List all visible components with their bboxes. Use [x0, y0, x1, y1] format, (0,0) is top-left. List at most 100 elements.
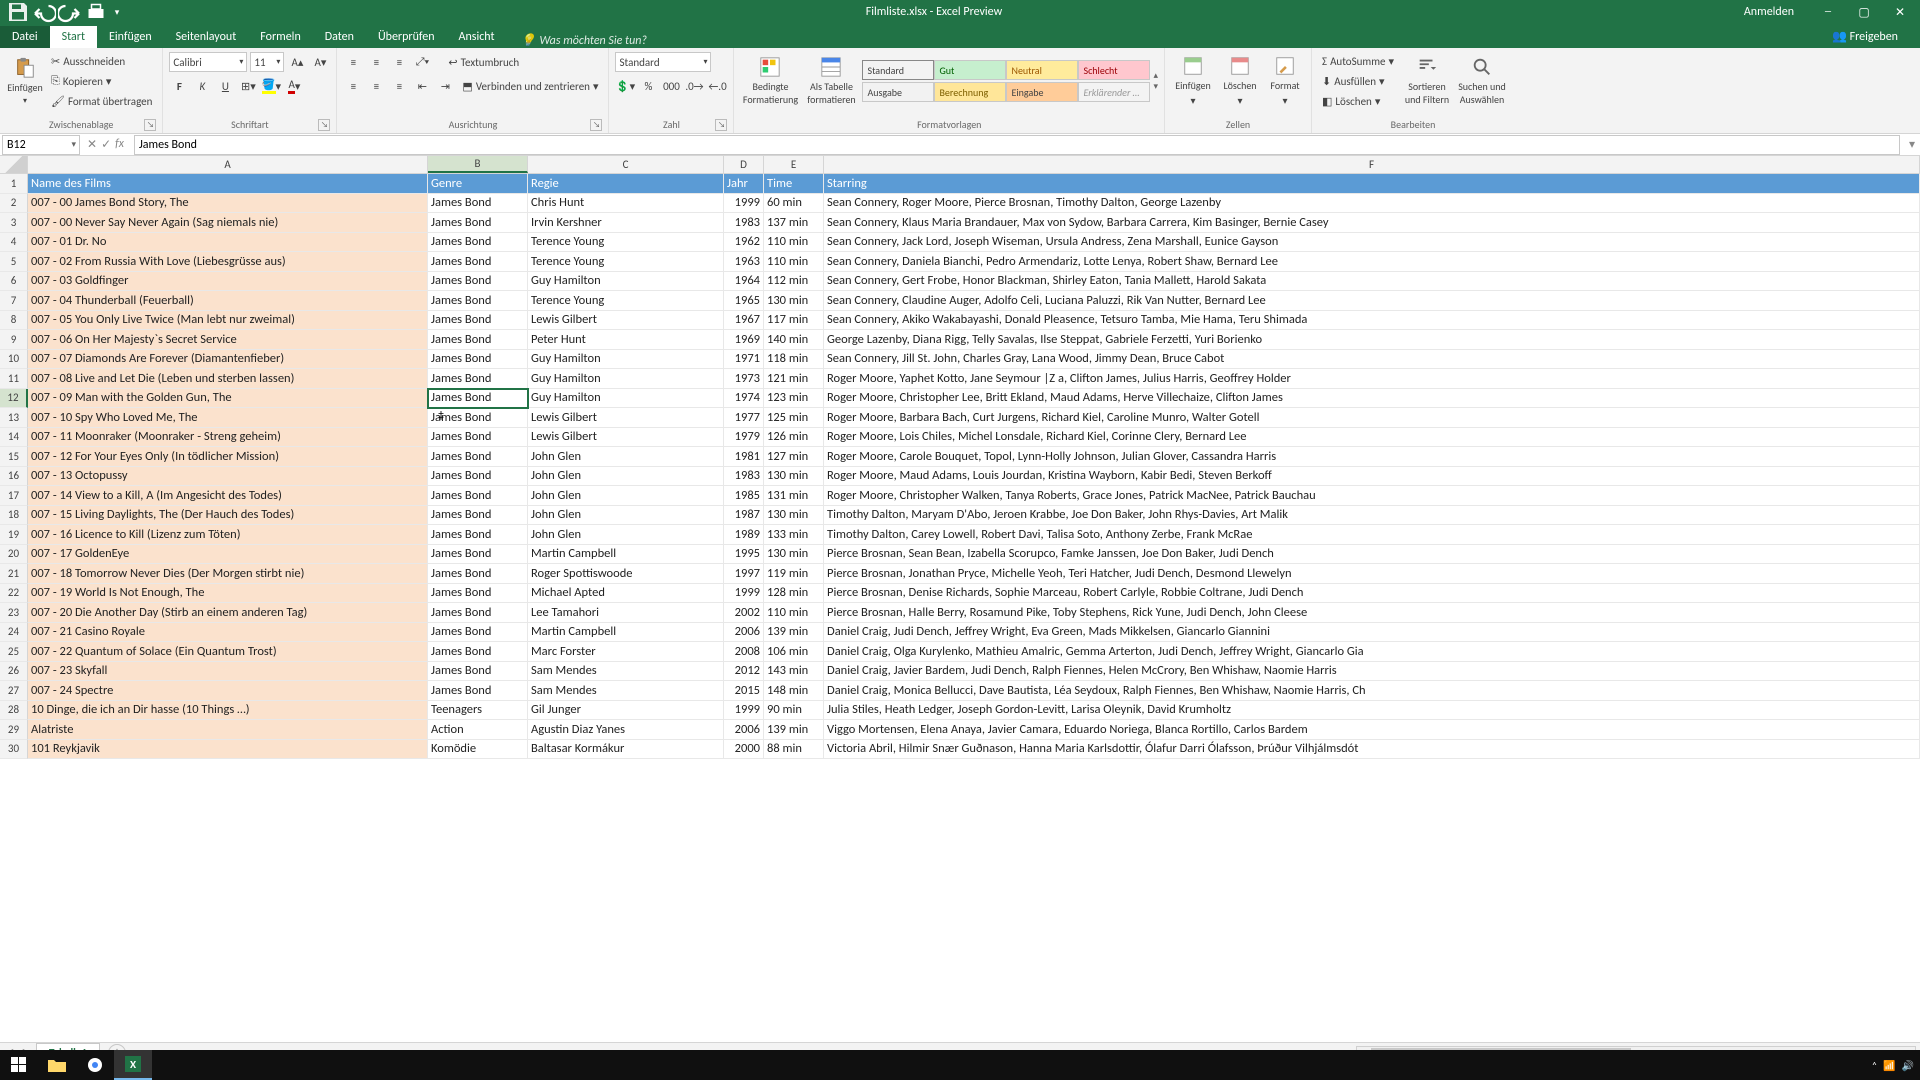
cell[interactable]: John Glen	[528, 506, 724, 526]
cell[interactable]: Lewis Gilbert	[528, 408, 724, 428]
find-select-button[interactable]: Suchen und Auswählen	[1456, 52, 1508, 110]
row-header[interactable]: 24	[0, 623, 28, 643]
format-cells-button[interactable]: Format▾	[1265, 52, 1305, 110]
worksheet-grid[interactable]: A B C D E F 1 Name des Films Genre Regie…	[0, 156, 1920, 1048]
select-all-triangle[interactable]	[0, 156, 28, 173]
name-box[interactable]: B12▾	[2, 135, 80, 155]
cell[interactable]: James Bond	[428, 447, 528, 467]
cell[interactable]: Roger Moore, Yaphet Kotto, Jane Seymour …	[824, 369, 1920, 389]
undo-icon[interactable]	[32, 2, 56, 22]
row-header[interactable]: 11	[0, 369, 28, 389]
bold-button[interactable]: F	[169, 76, 189, 96]
cell[interactable]: Daniel Craig, Javier Bardem, Judi Dench,…	[824, 662, 1920, 682]
row-header[interactable]: 3	[0, 213, 28, 233]
borders-button[interactable]: ⊞▾	[238, 76, 258, 96]
cell[interactable]: 130 min	[764, 506, 824, 526]
cell[interactable]: 007 - 21 Casino Royale	[28, 623, 428, 643]
cell[interactable]: Daniel Craig, Olga Kurylenko, Mathieu Am…	[824, 642, 1920, 662]
cell[interactable]: 007 - 10 Spy Who Loved Me, The	[28, 408, 428, 428]
cell[interactable]: 139 min	[764, 720, 824, 740]
cell[interactable]: 128 min	[764, 584, 824, 604]
cell[interactable]: 1999	[724, 701, 764, 721]
cell[interactable]: 123 min	[764, 389, 824, 409]
cell[interactable]: Sean Connery, Daniela Bianchi, Pedro Arm…	[824, 252, 1920, 272]
cell[interactable]: Roger Moore, Christopher Walken, Tanya R…	[824, 486, 1920, 506]
cell[interactable]: Martin Campbell	[528, 623, 724, 643]
cell[interactable]: John Glen	[528, 525, 724, 545]
cell[interactable]: James Bond	[428, 272, 528, 292]
row-header[interactable]: 29	[0, 720, 28, 740]
cell[interactable]: 90 min	[764, 701, 824, 721]
cell[interactable]: 130 min	[764, 467, 824, 487]
cell[interactable]: 143 min	[764, 662, 824, 682]
file-explorer-icon[interactable]	[38, 1050, 76, 1080]
cell[interactable]: 2006	[724, 623, 764, 643]
thousands-icon[interactable]: 000	[661, 76, 681, 96]
cell[interactable]: 007 - 24 Spectre	[28, 681, 428, 701]
cell[interactable]: 007 - 16 Licence to Kill (Lizenz zum Töt…	[28, 525, 428, 545]
cell[interactable]: 121 min	[764, 369, 824, 389]
align-top-icon[interactable]: ≡	[343, 52, 363, 72]
cell[interactable]: 007 - 22 Quantum of Solace (Ein Quantum …	[28, 642, 428, 662]
column-header-B[interactable]: B	[428, 156, 528, 173]
cell[interactable]: Guy Hamilton	[528, 369, 724, 389]
cell[interactable]: 1985	[724, 486, 764, 506]
cell[interactable]: Terence Young	[528, 252, 724, 272]
format-as-table-button[interactable]: Als Tabelle formatieren	[803, 52, 859, 110]
cell[interactable]: George Lazenby, Diana Rigg, Telly Savala…	[824, 330, 1920, 350]
cell[interactable]: Genre	[428, 174, 528, 194]
cell[interactable]: James Bond	[428, 525, 528, 545]
cancel-formula-icon[interactable]: ✕	[87, 137, 97, 152]
column-header-E[interactable]: E	[764, 156, 824, 173]
cell[interactable]: 1995	[724, 545, 764, 565]
tab-formeln[interactable]: Formeln	[248, 26, 312, 48]
cell[interactable]: 007 - 00 James Bond Story, The	[28, 194, 428, 214]
align-bottom-icon[interactable]: ≡	[389, 52, 409, 72]
cell[interactable]: Agustin Diaz Yanes	[528, 720, 724, 740]
tab-ueberpruefen[interactable]: Überprüfen	[366, 26, 447, 48]
cell[interactable]: 110 min	[764, 233, 824, 253]
minimize-icon[interactable]: ─	[1812, 2, 1844, 22]
launcher-icon[interactable]: ↘	[318, 119, 330, 131]
cell[interactable]: 1997	[724, 564, 764, 584]
cell[interactable]: Lewis Gilbert	[528, 311, 724, 331]
cell[interactable]: Roger Moore, Carole Bouquet, Topol, Lynn…	[824, 447, 1920, 467]
tray-up-icon[interactable]: ˄	[1872, 1059, 1877, 1072]
row-header[interactable]: 28	[0, 701, 28, 721]
cell[interactable]: 007 - 05 You Only Live Twice (Man lebt n…	[28, 311, 428, 331]
cut-button[interactable]: ✂Ausschneiden	[47, 52, 156, 70]
cell[interactable]: Pierce Brosnan, Sean Bean, Izabella Scor…	[824, 545, 1920, 565]
cell[interactable]: James Bond	[428, 311, 528, 331]
cell[interactable]: 1987	[724, 506, 764, 526]
tray-sound-icon[interactable]: 🔊	[1902, 1059, 1914, 1072]
cell[interactable]: Peter Hunt	[528, 330, 724, 350]
quickprint-icon[interactable]	[84, 2, 108, 22]
cell[interactable]: 130 min	[764, 545, 824, 565]
cell[interactable]: Sean Connery, Klaus Maria Brandauer, Max…	[824, 213, 1920, 233]
cell[interactable]: Michael Apted	[528, 584, 724, 604]
tab-start[interactable]: Start	[50, 26, 97, 48]
cell[interactable]: Sean Connery, Jill St. John, Charles Gra…	[824, 350, 1920, 370]
cell[interactable]: Sean Connery, Jack Lord, Joseph Wiseman,…	[824, 233, 1920, 253]
cell[interactable]: Gil Junger	[528, 701, 724, 721]
sign-in-link[interactable]: Anmelden	[1744, 5, 1808, 19]
cell[interactable]: Roger Moore, Lois Chiles, Michel Lonsdal…	[824, 428, 1920, 448]
conditional-format-button[interactable]: Bedingte Formatierung	[740, 52, 800, 110]
row-header[interactable]: 20	[0, 545, 28, 565]
row-header[interactable]: 25	[0, 642, 28, 662]
align-center-icon[interactable]: ≡	[366, 76, 386, 96]
cell[interactable]: Timothy Dalton, Maryam D'Abo, Jeroen Kra…	[824, 506, 1920, 526]
cell[interactable]: Lee Tamahori	[528, 603, 724, 623]
copy-button[interactable]: ⎘Kopieren ▾	[47, 72, 156, 90]
cell[interactable]: 007 - 01 Dr. No	[28, 233, 428, 253]
orientation-icon[interactable]: ⤢▾	[412, 52, 432, 72]
cell[interactable]: 007 - 00 Never Say Never Again (Sag niem…	[28, 213, 428, 233]
cell[interactable]: 139 min	[764, 623, 824, 643]
tab-ansicht[interactable]: Ansicht	[447, 26, 507, 48]
cell[interactable]: 2002	[724, 603, 764, 623]
increase-indent-icon[interactable]: ⇥	[435, 76, 455, 96]
row-header[interactable]: 2	[0, 194, 28, 214]
delete-cells-button[interactable]: Löschen▾	[1218, 52, 1262, 110]
cell[interactable]: Sam Mendes	[528, 662, 724, 682]
cell[interactable]: 1999	[724, 194, 764, 214]
